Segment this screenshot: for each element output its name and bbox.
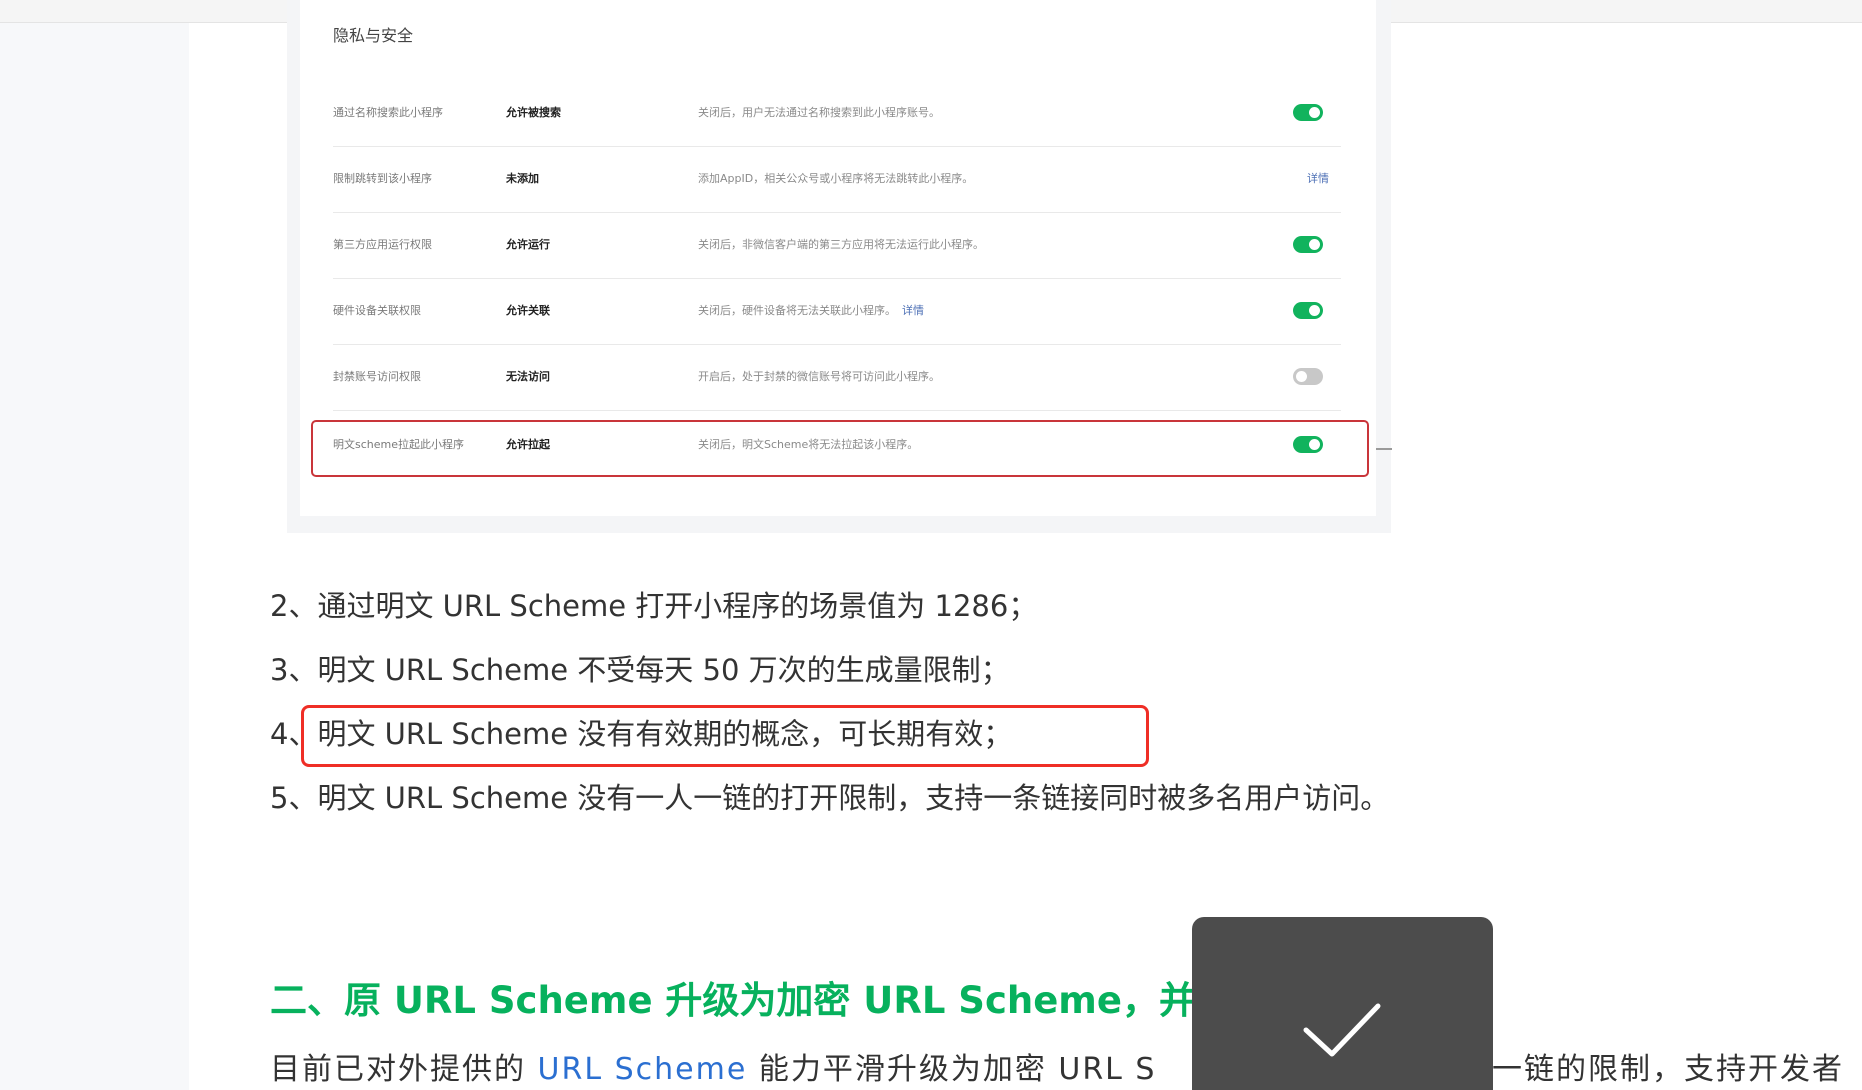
row-label: 硬件设备关联权限 [333,304,421,317]
side-marker [1376,448,1392,450]
search-toggle[interactable] [1293,104,1323,121]
panel-title: 隐私与安全 [333,26,414,45]
row-description: 关闭后，用户无法通过名称搜索到此小程序账号。 [698,106,940,119]
success-toast [1192,917,1493,1090]
paragraph: 目前已对外提供的 URL Scheme 能力平滑升级为加密 URL S 一链的限… [270,1044,1862,1088]
row-value: 允许运行 [506,238,550,251]
row-label: 封禁账号访问权限 [333,370,421,383]
details-link[interactable]: 详情 [902,304,924,317]
row-label: 通过名称搜索此小程序 [333,106,443,119]
third-party-toggle[interactable] [1293,236,1323,253]
settings-row-hardware: 硬件设备关联权限 允许关联 关闭后，硬件设备将无法关联此小程序。 详情 [333,278,1341,345]
highlight-box-row [311,420,1369,477]
settings-row-jump-limit: 限制跳转到该小程序 未添加 添加AppID，相关公众号或小程序将无法跳转此小程序… [333,146,1341,213]
settings-row-search: 通过名称搜索此小程序 允许被搜索 关闭后，用户无法通过名称搜索到此小程序账号。 [333,80,1341,147]
paragraph-text: 能力平滑升级为加密 URL S [747,1052,1157,1087]
row-description-text: 关闭后，硬件设备将无法关联此小程序。 [698,304,896,317]
row-description: 开启后，处于封禁的微信账号将可访问此小程序。 [698,370,940,383]
url-scheme-link[interactable]: URL Scheme [538,1052,748,1087]
list-item: 3、明文 URL Scheme 不受每天 50 万次的生成量限制； [270,653,1010,687]
row-description: 添加AppID，相关公众号或小程序将无法跳转此小程序。 [698,172,974,185]
list-item: 2、通过明文 URL Scheme 打开小程序的场景值为 1286； [270,589,1038,623]
highlight-box-item-4 [301,705,1149,767]
row-value: 允许被搜索 [506,106,561,119]
row-description: 关闭后，非微信客户端的第三方应用将无法运行此小程序。 [698,238,984,251]
paragraph-text-tail: 一链的限制，支持开发者 [1492,1052,1844,1087]
row-value: 允许关联 [506,304,550,317]
list-item: 5、明文 URL Scheme 没有一人一链的打开限制，支持一条链接同时被多名用… [270,781,1390,815]
row-value: 未添加 [506,172,539,185]
paragraph-text: 目前已对外提供的 [270,1052,538,1087]
row-label: 第三方应用运行权限 [333,238,432,251]
banned-access-toggle[interactable] [1293,368,1323,385]
row-description: 关闭后，硬件设备将无法关联此小程序。 详情 [698,278,924,344]
settings-row-banned-access: 封禁账号访问权限 无法访问 开启后，处于封禁的微信账号将可访问此小程序。 [333,344,1341,411]
settings-row-third-party: 第三方应用运行权限 允许运行 关闭后，非微信客户端的第三方应用将无法运行此小程序… [333,212,1341,279]
row-label: 限制跳转到该小程序 [333,172,432,185]
section-heading: 二、原 URL Scheme 升级为加密 URL Scheme，并支 [270,979,1233,1022]
row-value: 无法访问 [506,370,550,383]
hardware-toggle[interactable] [1293,302,1323,319]
checkmark-icon [1303,1003,1381,1057]
details-link[interactable]: 详情 [1307,146,1329,212]
